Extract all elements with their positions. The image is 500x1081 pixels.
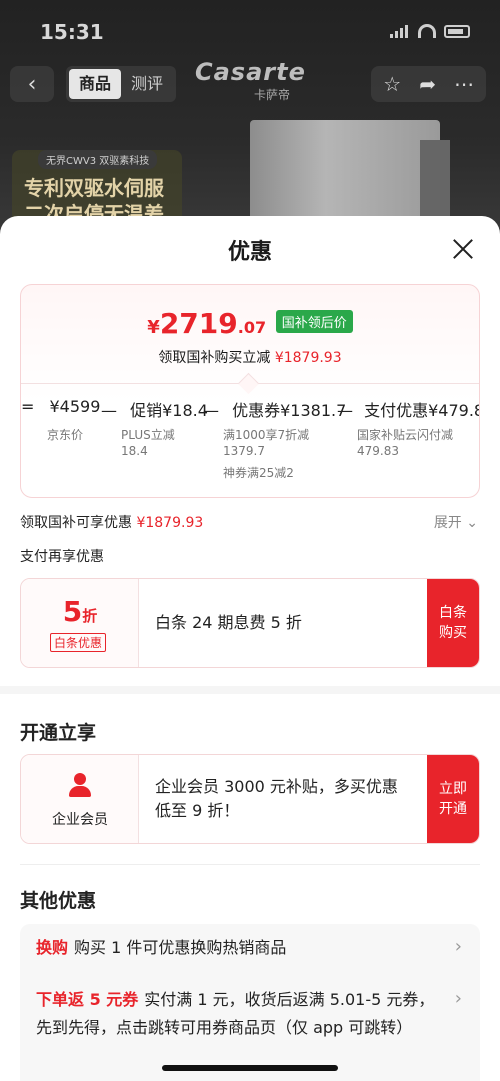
brand-logo: Casarte	[195, 58, 306, 86]
breakdown-desc: 神券满25减2	[223, 466, 294, 480]
offer-tag: 下单返 5 元券	[36, 990, 139, 1009]
breakdown-desc: 479.83	[357, 444, 399, 458]
open-member-button[interactable]: 立即开通	[427, 755, 479, 843]
star-icon[interactable]: ☆	[383, 72, 401, 96]
price-integer: 2719	[159, 307, 238, 340]
final-price-row: ¥2719.07 国补领后价	[21, 307, 479, 340]
wifi-icon	[418, 24, 436, 38]
chevron-left-icon: ‹	[27, 71, 37, 97]
expand-label: 展开	[433, 515, 462, 531]
share-icon[interactable]: ➦	[419, 72, 436, 96]
signal-icon	[390, 24, 410, 38]
more-icon[interactable]: ⋯	[454, 72, 474, 96]
price-sub-amount: ¥1879.93	[274, 350, 342, 366]
price-sub-label: 领取国补购买立减	[158, 350, 271, 366]
breakdown-item: — 优惠券¥1381.7	[203, 397, 346, 421]
section-separator	[0, 686, 500, 694]
offer-text: 购买 1 件可优惠换购热销商品	[74, 938, 287, 957]
breakdown-desc: 1379.7	[223, 444, 265, 458]
discount-unit: 折	[82, 607, 98, 625]
expand-button[interactable]: 展开 ⌄	[434, 512, 478, 532]
breakdown-desc: 国家补贴云闪付减	[357, 428, 454, 442]
final-price: ¥2719.07	[147, 307, 271, 340]
chevron-down-icon: ⌄	[466, 515, 478, 531]
open-member-label: 立即开通	[439, 781, 467, 817]
status-icons	[390, 24, 470, 38]
member-label: 企业会员	[52, 812, 108, 828]
breakdown-desc: 18.4	[121, 444, 148, 458]
chevron-right-icon[interactable]: ›	[455, 936, 462, 957]
offer-tag: 换购	[36, 938, 69, 957]
breakdown-desc: 京东价	[47, 428, 84, 442]
breakdown-value: 促销¥18.4	[130, 401, 208, 420]
home-indicator	[162, 1065, 338, 1071]
subsidy-amount: ¥1879.93	[136, 515, 204, 531]
pay-again-title: 支付再享优惠	[20, 549, 104, 565]
breakdown-operator: —	[337, 401, 353, 420]
user-icon	[68, 773, 92, 797]
sheet-title: 优惠	[227, 240, 272, 265]
close-icon[interactable]	[450, 236, 476, 262]
divider	[21, 383, 479, 384]
breakdown-operator: =	[21, 397, 35, 416]
baitiao-offer-card[interactable]: 5折 白条优惠 白条 24 期息费 5 折 白条购买	[20, 578, 480, 668]
member-offer-card[interactable]: 企业会员 企业会员 3000 元补贴，多买优惠低至 9 折！ 立即开通	[20, 754, 480, 844]
breakdown-desc: 满1000享7折减	[223, 428, 310, 442]
breakdown-value: 支付优惠¥479.83	[364, 401, 479, 420]
price-card: ¥2719.07 国补领后价 领取国补购买立减 ¥1879.93 = ¥4599…	[20, 284, 480, 498]
breakdown-desc: PLUS立减	[121, 428, 175, 442]
divider	[20, 864, 480, 865]
product-page-background: 15:31 ‹ 商品 测评 Casarte 卡萨帝 ☆ ➦ ⋯ 无界CWV3 双…	[0, 0, 500, 240]
promo-tag: 无界CWV3 双驱素科技	[38, 150, 158, 169]
baitiao-discount: 5折	[21, 595, 139, 628]
breakdown-operator: —	[101, 401, 117, 420]
status-time: 15:31	[40, 20, 104, 44]
discount-number: 5	[62, 595, 83, 628]
price-subtitle: 领取国补购买立减 ¥1879.93	[21, 347, 479, 367]
subsidy-label: 领取国补可享优惠	[20, 515, 132, 531]
other-offer-item[interactable]: 换购 购买 1 件可优惠换购热销商品	[36, 934, 446, 962]
other-offers-list: 换购 购买 1 件可优惠换购热销商品 › 下单返 5 元券 实付满 1 元，收货后返…	[20, 924, 480, 1081]
promo-headline-1: 专利双驱水伺服	[24, 176, 164, 200]
currency-symbol: ¥	[147, 317, 160, 338]
breakdown-value: ¥4599	[49, 397, 101, 416]
chevron-right-icon[interactable]: ›	[455, 988, 462, 1009]
member-offer-text: 企业会员 3000 元补贴，多买优惠低至 9 折！	[155, 777, 398, 820]
nav-tabs: 商品 测评	[66, 66, 177, 102]
baitiao-discount-panel: 5折 白条优惠	[21, 579, 139, 667]
brand-logo-cn: 卡萨帝	[254, 88, 291, 102]
price-badge: 国补领后价	[275, 310, 353, 333]
baitiao-tag: 白条优惠	[50, 633, 107, 652]
nav-actions: ☆ ➦ ⋯	[371, 66, 486, 102]
price-breakdown[interactable]: = ¥4599 京东价 — 促销¥18.4 PLUS立减 18.4 — 优惠券¥…	[21, 397, 479, 480]
open-section-title: 开通立享	[20, 722, 97, 744]
battery-icon	[444, 24, 470, 38]
breakdown-item: = ¥4599	[21, 397, 100, 416]
breakdown-item: — 支付优惠¥479.83	[337, 397, 479, 421]
other-offer-item[interactable]: 下单返 5 元券 实付满 1 元，收货后返满 5.01-5 元券，先到先得，点击跳…	[36, 986, 446, 1042]
baitiao-buy-button[interactable]: 白条购买	[427, 579, 479, 667]
price-decimal: .07	[237, 318, 267, 337]
breakdown-item: — 促销¥18.4	[101, 397, 208, 421]
breakdown-operator: —	[203, 401, 219, 420]
subsidy-summary: 领取国补可享优惠 ¥1879.93	[20, 512, 203, 532]
member-panel: 企业会员	[21, 755, 139, 843]
tab-product[interactable]: 商品	[69, 69, 122, 99]
tab-review[interactable]: 测评	[121, 69, 173, 99]
baitiao-offer-text: 白条 24 期息费 5 折	[155, 613, 302, 632]
back-button[interactable]: ‹	[10, 66, 54, 102]
breakdown-value: 优惠券¥1381.7	[232, 401, 347, 420]
discount-sheet: 优惠 ¥2719.07 国补领后价 领取国补购买立减 ¥1879.93 = ¥4…	[0, 216, 500, 1081]
baitiao-buy-label: 白条购买	[439, 605, 467, 641]
other-section-title: 其他优惠	[20, 890, 97, 912]
